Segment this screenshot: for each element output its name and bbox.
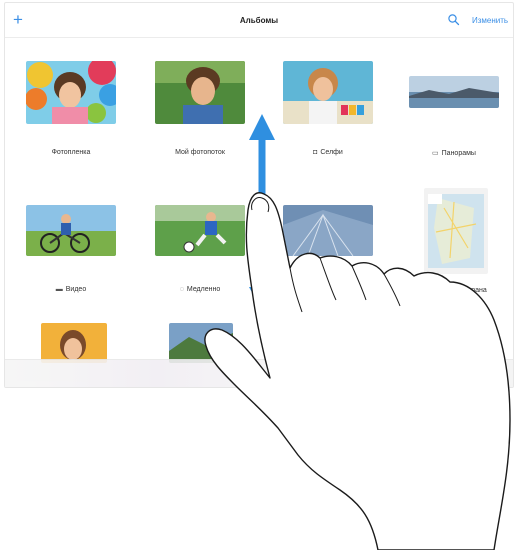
hand-pointer-icon [204,192,511,550]
